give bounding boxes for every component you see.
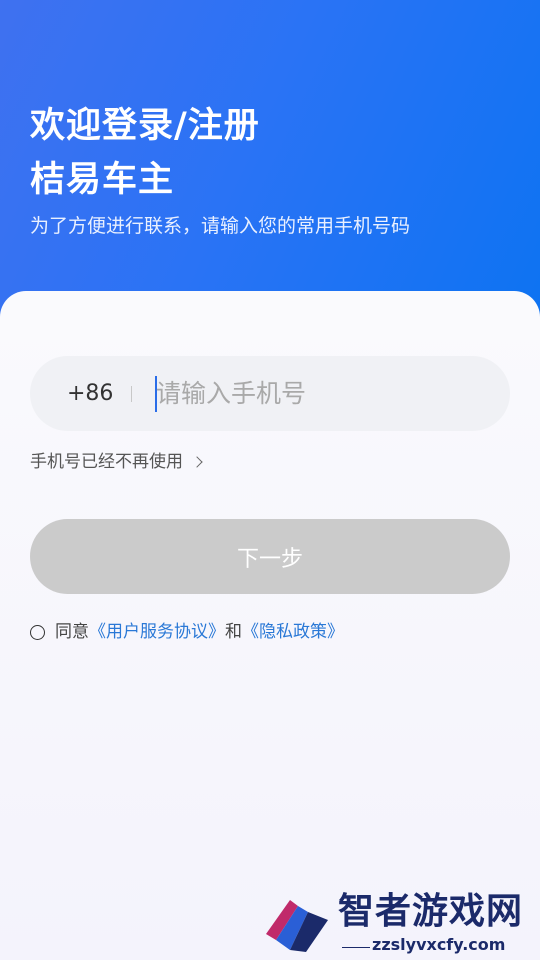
chevron-right-icon — [191, 456, 203, 468]
privacy-policy-link[interactable]: 《隐私政策》 — [242, 620, 344, 644]
next-button[interactable]: 下一步 — [30, 519, 510, 594]
watermark-logo-icon — [266, 900, 328, 952]
watermark-url: zzslyvxcfy.com — [372, 935, 506, 954]
phone-field[interactable]: +86 — [30, 356, 510, 431]
watermark-brand: 智者游戏网 — [338, 891, 524, 932]
agreement-checkbox[interactable] — [30, 624, 45, 640]
phone-no-longer-used-link[interactable]: 手机号已经不再使用 — [30, 450, 203, 474]
header-banner: 欢迎登录/注册 桔易车主 为了方便进行联系，请输入您的常用手机号码 — [0, 0, 540, 340]
watermark-rule — [342, 947, 370, 948]
country-code-selector[interactable]: +86 — [67, 356, 113, 431]
phone-no-longer-used-label: 手机号已经不再使用 — [30, 452, 183, 472]
agreement-row: 同意 《用户服务协议》 和 《隐私政策》 — [30, 620, 344, 644]
page-title: 欢迎登录/注册 — [30, 106, 260, 146]
agreement-prefix: 同意 — [55, 622, 89, 642]
agreement-conjunction: 和 — [225, 622, 242, 642]
field-divider — [131, 386, 132, 402]
user-agreement-link[interactable]: 《用户服务协议》 — [89, 620, 225, 644]
watermark: 智者游戏网 zzslyvxcfy.com — [262, 890, 540, 960]
page-subtitle: 为了方便进行联系，请输入您的常用手机号码 — [30, 215, 411, 237]
app-name: 桔易车主 — [30, 160, 175, 200]
phone-input[interactable] — [156, 368, 486, 418]
